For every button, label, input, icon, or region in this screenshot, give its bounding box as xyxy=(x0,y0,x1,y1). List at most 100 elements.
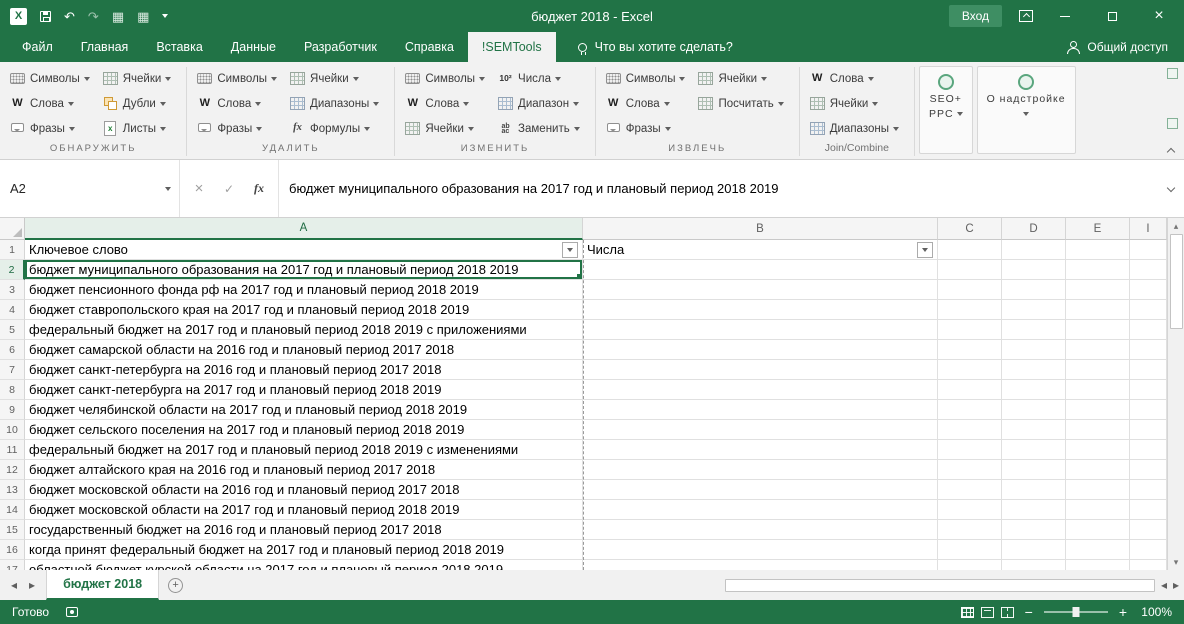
minimize-button[interactable] xyxy=(1050,0,1080,32)
cell-A11[interactable]: федеральный бюджет на 2017 год и плановы… xyxy=(25,440,583,460)
scroll-up-icon[interactable] xyxy=(1168,218,1184,234)
cell-A15[interactable]: государственный бюджет на 2016 год и пла… xyxy=(25,520,583,540)
cell-C1[interactable] xyxy=(938,240,1002,260)
collapse-ribbon-icon[interactable] xyxy=(1168,146,1174,155)
zoom-slider[interactable] xyxy=(1044,611,1108,613)
maximize-button[interactable] xyxy=(1097,0,1127,32)
cell-D13[interactable] xyxy=(1002,480,1066,500)
ribbon-button-delete-phrases[interactable]: Фразы xyxy=(193,116,282,141)
ribbon-button-delete-ranges[interactable]: Диапазоны xyxy=(286,91,384,116)
customize-caret-icon[interactable] xyxy=(162,14,168,18)
cell-B1[interactable]: Числа xyxy=(583,240,938,260)
ribbon-button-delete-cells[interactable]: Ячейки xyxy=(286,66,384,91)
cell-I4[interactable] xyxy=(1130,300,1167,320)
ribbon-overflow-button-1[interactable] xyxy=(1167,68,1178,79)
cell-B10[interactable] xyxy=(583,420,938,440)
ribbon-button-change-range[interactable]: Диапазон xyxy=(494,91,585,116)
column-header-D[interactable]: D xyxy=(1002,218,1066,240)
cell-A8[interactable]: бюджет санкт-петербурга на 2017 год и пл… xyxy=(25,380,583,400)
cell-B17[interactable] xyxy=(583,560,938,570)
cell-A16[interactable]: когда принят федеральный бюджет на 2017 … xyxy=(25,540,583,560)
ribbon-tab-developer[interactable]: Разработчик xyxy=(290,32,391,62)
zoom-in-icon[interactable] xyxy=(1119,604,1127,620)
row-header-11[interactable]: 11 xyxy=(0,440,25,460)
ribbon-tab-insert[interactable]: Вставка xyxy=(142,32,216,62)
cell-B5[interactable] xyxy=(583,320,938,340)
page-break-preview-icon[interactable] xyxy=(1001,607,1014,618)
cell-A3[interactable]: бюджет пенсионного фонда рф на 2017 год … xyxy=(25,280,583,300)
row-header-2[interactable]: 2 xyxy=(0,260,25,280)
row-header-10[interactable]: 10 xyxy=(0,420,25,440)
ribbon-button-delete-symbols[interactable]: Символы xyxy=(193,66,282,91)
cell-A17[interactable]: областной бюджет курской области на 2017… xyxy=(25,560,583,570)
ribbon-button-detect-phrases[interactable]: Фразы xyxy=(6,116,95,141)
row-header-12[interactable]: 12 xyxy=(0,460,25,480)
row-header-17[interactable]: 17 xyxy=(0,560,25,570)
cell-E3[interactable] xyxy=(1066,280,1130,300)
cell-D1[interactable] xyxy=(1002,240,1066,260)
select-all-button[interactable] xyxy=(0,218,25,240)
ribbon-button-change-words[interactable]: Слова xyxy=(401,91,490,116)
cell-A7[interactable]: бюджет санкт-петербурга на 2016 год и пл… xyxy=(25,360,583,380)
insert-function-icon[interactable] xyxy=(244,181,274,196)
scroll-down-icon[interactable] xyxy=(1168,554,1184,570)
name-box-dropdown-icon[interactable] xyxy=(165,187,171,191)
ribbon-display-options-icon[interactable] xyxy=(1019,10,1033,22)
cell-A2[interactable]: бюджет муниципального образования на 201… xyxy=(25,260,583,280)
cell-B4[interactable] xyxy=(583,300,938,320)
cell-I16[interactable] xyxy=(1130,540,1167,560)
horizontal-scroll-thumb[interactable] xyxy=(725,579,1155,592)
cell-C8[interactable] xyxy=(938,380,1002,400)
cell-E8[interactable] xyxy=(1066,380,1130,400)
row-header-14[interactable]: 14 xyxy=(0,500,25,520)
cell-C7[interactable] xyxy=(938,360,1002,380)
cell-I9[interactable] xyxy=(1130,400,1167,420)
cell-C12[interactable] xyxy=(938,460,1002,480)
ribbon-button-extract-count[interactable]: Посчитать xyxy=(694,91,788,116)
cell-I7[interactable] xyxy=(1130,360,1167,380)
cell-E10[interactable] xyxy=(1066,420,1130,440)
enter-icon[interactable] xyxy=(214,182,244,196)
cell-I11[interactable] xyxy=(1130,440,1167,460)
cell-E7[interactable] xyxy=(1066,360,1130,380)
sign-in-button[interactable]: Вход xyxy=(949,5,1002,27)
tell-me-search[interactable]: Что вы хотите сделать? xyxy=(578,32,733,62)
cell-B2[interactable] xyxy=(583,260,938,280)
cell-I2[interactable] xyxy=(1130,260,1167,280)
cell-D4[interactable] xyxy=(1002,300,1066,320)
cell-E12[interactable] xyxy=(1066,460,1130,480)
cell-E6[interactable] xyxy=(1066,340,1130,360)
cell-I10[interactable] xyxy=(1130,420,1167,440)
ribbon-tab-help[interactable]: Справка xyxy=(391,32,468,62)
cell-D16[interactable] xyxy=(1002,540,1066,560)
sheet-tab-budget-2018[interactable]: бюджет 2018 xyxy=(46,570,159,600)
cell-I14[interactable] xyxy=(1130,500,1167,520)
column-header-A[interactable]: A xyxy=(25,218,583,240)
cell-C16[interactable] xyxy=(938,540,1002,560)
row-header-1[interactable]: 1 xyxy=(0,240,25,260)
page-layout-view-icon[interactable] xyxy=(981,607,994,618)
cell-E2[interactable] xyxy=(1066,260,1130,280)
cell-A14[interactable]: бюджет московской области на 2017 год и … xyxy=(25,500,583,520)
cell-I3[interactable] xyxy=(1130,280,1167,300)
cell-C10[interactable] xyxy=(938,420,1002,440)
cell-B9[interactable] xyxy=(583,400,938,420)
cell-A4[interactable]: бюджет ставропольского края на 2017 год … xyxy=(25,300,583,320)
cell-I8[interactable] xyxy=(1130,380,1167,400)
row-header-5[interactable]: 5 xyxy=(0,320,25,340)
filter-button-numbers[interactable] xyxy=(917,242,933,258)
cell-D15[interactable] xyxy=(1002,520,1066,540)
ribbon-button-join-combine-ranges[interactable]: Диапазоны xyxy=(806,116,904,141)
cell-A12[interactable]: бюджет алтайского края на 2016 год и пла… xyxy=(25,460,583,480)
column-header-B[interactable]: B xyxy=(583,218,938,240)
cell-D9[interactable] xyxy=(1002,400,1066,420)
horizontal-scrollbar[interactable] xyxy=(725,570,1179,600)
sheet-prev-icon[interactable] xyxy=(11,578,17,592)
filter-button-keyword[interactable] xyxy=(562,242,578,258)
vertical-scrollbar[interactable] xyxy=(1167,218,1184,570)
cell-A13[interactable]: бюджет московской области на 2016 год и … xyxy=(25,480,583,500)
cell-C17[interactable] xyxy=(938,560,1002,570)
cell-A6[interactable]: бюджет самарской области на 2016 год и п… xyxy=(25,340,583,360)
cell-I17[interactable] xyxy=(1130,560,1167,570)
row-header-9[interactable]: 9 xyxy=(0,400,25,420)
